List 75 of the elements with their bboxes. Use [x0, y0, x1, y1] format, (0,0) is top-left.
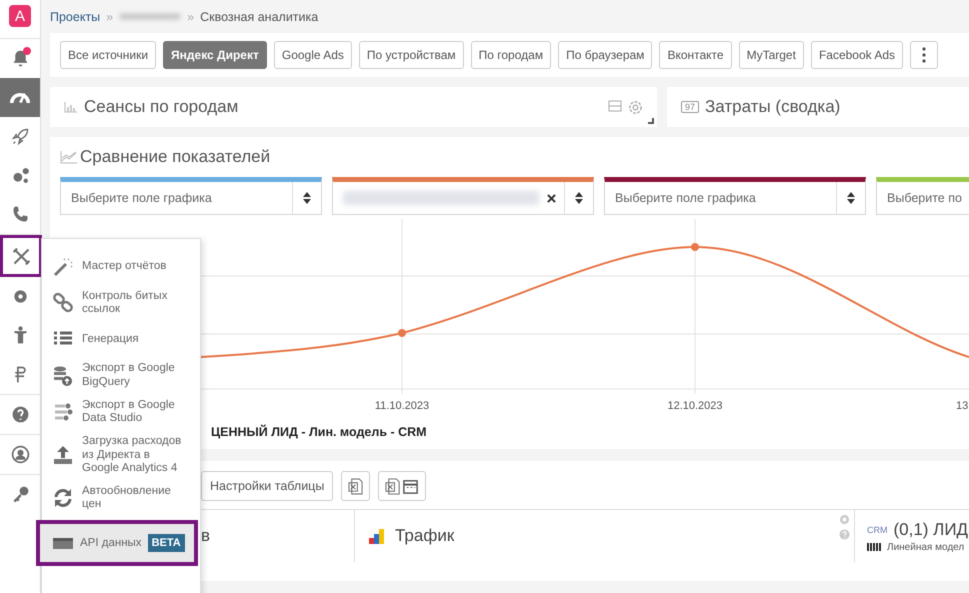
link-icon [52, 292, 74, 314]
chart-field-select[interactable] [332, 177, 594, 215]
sort-caret-icon [847, 192, 855, 204]
card-title: Сравнение показателей [80, 147, 270, 167]
x-axis-label: 13 [956, 400, 968, 412]
more-icon [922, 47, 926, 63]
sliders-icon [52, 401, 74, 424]
breadcrumb-separator: » [106, 10, 114, 24]
column-header: Трафик [395, 526, 454, 546]
excel-icon [348, 478, 364, 494]
menu-item-label: Мастер отчётов [82, 260, 166, 274]
source-filter-tab[interactable]: Вконтакте [659, 41, 732, 69]
menu-item-label: Контроль битых ссылок [82, 290, 168, 316]
wand-icon [52, 256, 74, 278]
menu-item-label: Генерация [82, 332, 139, 346]
more-button[interactable] [910, 41, 938, 69]
source-filter-tab[interactable]: Все источники [60, 41, 156, 69]
source-filter-tab[interactable]: По браузерам [558, 41, 652, 69]
source-filter-tab[interactable]: По городам [470, 41, 552, 69]
x-axis-label: 12.10.2023 [667, 400, 723, 412]
menu-item[interactable]: Экспорт в Google BigQuery [42, 357, 200, 394]
chart-point [691, 243, 699, 251]
widget-title: Сеансы по городам [84, 97, 238, 117]
breadcrumb-separator: » [187, 10, 194, 24]
number-badge: 97 [681, 101, 700, 113]
breadcrumb-link[interactable]: Проекты [50, 10, 100, 24]
menu-item-label: Экспорт в Google BigQuery [82, 362, 175, 389]
crm-label: CRM [867, 524, 888, 534]
column-subtitle: Линейная модел [887, 542, 964, 552]
widget-title: Затраты (сводка) [705, 97, 840, 117]
menu-item[interactable]: Автообновление цен [42, 480, 200, 516]
sort-caret-icon [303, 192, 311, 204]
question-icon [10, 404, 30, 425]
beta-badge: BETA [148, 534, 185, 552]
table-settings-button[interactable]: Настройки таблицы [201, 471, 334, 501]
menu-item-label: Автообновление цен [82, 484, 171, 512]
bar-chart-icon [64, 101, 78, 113]
app-logo[interactable]: A [9, 5, 31, 27]
refresh-icon [52, 487, 74, 510]
sort-caret-icon [575, 192, 583, 204]
chart-point [398, 329, 406, 337]
source-filter-tab[interactable]: Facebook Ads [810, 41, 904, 69]
menu-item[interactable]: Мастер отчётов [42, 249, 200, 285]
chart-field-select[interactable]: Выберите поле графика [604, 177, 866, 215]
menu-item[interactable]: API данных BETA [36, 520, 198, 566]
breadcrumb-current: Сквозная аналитика [200, 10, 318, 24]
excel-export-button[interactable] [341, 471, 370, 501]
x-axis-label: 11.10.2023 [374, 400, 430, 412]
source-filter-tab[interactable]: Яндекс Директ [163, 41, 267, 69]
resize-handle-icon[interactable] [648, 118, 654, 124]
source-filter-tab[interactable]: По устройствам [358, 41, 464, 69]
source-filter-tab[interactable]: Google Ads [274, 41, 352, 69]
chart-field-select[interactable]: Выберите по [876, 177, 969, 215]
column-header: (0,1) ЛИД [894, 520, 968, 540]
upload-icon [52, 444, 74, 466]
scheduled-export-button[interactable] [378, 471, 426, 501]
clear-icon[interactable] [547, 194, 556, 202]
menu-item-label: Экспорт в Google Data Studio [82, 398, 175, 426]
line-chart-icon [60, 150, 78, 164]
menu-item-label: API данных [80, 536, 142, 550]
rocket-icon [10, 126, 30, 147]
column-header: в [201, 526, 210, 546]
sidebar-gauge-button[interactable] [0, 78, 40, 117]
menu-item[interactable]: Экспорт в Google Data Studio [42, 394, 200, 430]
gauge-icon [9, 92, 31, 104]
menu-item[interactable]: Генерация [42, 321, 200, 358]
user-icon [10, 444, 30, 465]
traffic-bars-icon [369, 528, 385, 544]
db-icon [52, 364, 74, 387]
blurred-project-name [119, 13, 182, 20]
excel-calendar-icon [385, 478, 420, 494]
source-filter-tab[interactable]: MyTarget [738, 41, 804, 69]
chart-field-select[interactable]: Выберите поле графика [60, 177, 322, 215]
stripes-icon [867, 543, 881, 551]
menu-item[interactable]: Контроль битых ссылок [42, 285, 200, 322]
